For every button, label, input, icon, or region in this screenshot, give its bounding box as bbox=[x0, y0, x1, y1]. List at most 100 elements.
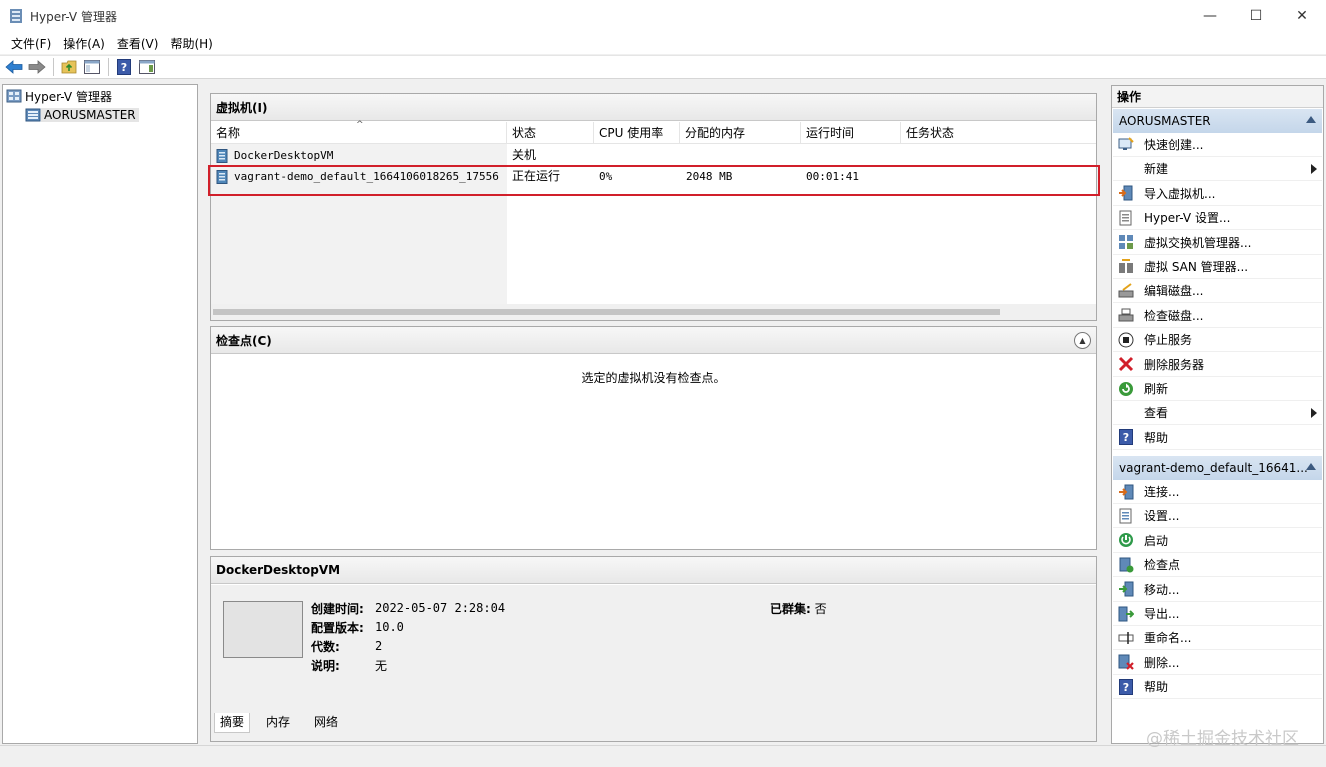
action-item[interactable]: 编辑磁盘... bbox=[1113, 279, 1322, 304]
column-memory[interactable]: 分配的内存 bbox=[680, 122, 801, 144]
action-item[interactable]: 检查磁盘... bbox=[1113, 304, 1322, 328]
blank-icon-slot bbox=[1118, 161, 1134, 177]
tree-server-label: AORUSMASTER bbox=[41, 108, 139, 122]
notes-label: 说明: bbox=[311, 659, 340, 673]
column-cpu[interactable]: CPU 使用率 bbox=[594, 122, 680, 144]
action-item-label: 设置... bbox=[1144, 509, 1180, 524]
actions-pane: 操作 AORUSMASTER 快速创建... 新建 导入虚拟机... Hyper-V … bbox=[1111, 85, 1324, 744]
action-item[interactable]: 检查点 bbox=[1113, 553, 1322, 578]
remove-server-icon bbox=[1118, 356, 1134, 372]
action-item[interactable]: 删除服务器 bbox=[1113, 353, 1322, 377]
back-arrow-icon bbox=[5, 60, 23, 74]
tab-network[interactable]: 网络 bbox=[309, 713, 343, 731]
action-item-label: 帮助 bbox=[1144, 430, 1169, 445]
show-hide-action-pane-button[interactable] bbox=[137, 57, 157, 77]
close-icon: ✕ bbox=[1296, 8, 1308, 24]
action-item[interactable]: 设置... bbox=[1113, 504, 1322, 529]
action-item[interactable]: 启动 bbox=[1113, 529, 1322, 553]
menu-file[interactable]: 文件(F) bbox=[5, 35, 57, 52]
notes-field: 说明: bbox=[311, 657, 340, 674]
blank-icon-slot bbox=[1118, 405, 1134, 421]
action-item[interactable]: 查看 bbox=[1113, 401, 1322, 426]
back-button[interactable] bbox=[4, 57, 24, 77]
vm-details-header: DockerDesktopVM bbox=[211, 557, 1096, 584]
minimize-button[interactable]: — bbox=[1187, 0, 1233, 32]
maximize-icon: ☐ bbox=[1249, 8, 1263, 24]
clustered-field: 已群集: 否 bbox=[770, 600, 827, 617]
highlight-box bbox=[208, 165, 1100, 196]
show-hide-tree-button[interactable] bbox=[82, 57, 102, 77]
actions-section-vm[interactable]: vagrant-demo_default_16641... bbox=[1113, 456, 1322, 480]
hyperv-manager-icon bbox=[6, 89, 22, 103]
action-item[interactable]: 虚拟 SAN 管理器... bbox=[1113, 255, 1322, 279]
collapse-checkpoints-button[interactable]: ▲ bbox=[1074, 332, 1091, 349]
created-field: 创建时间: bbox=[311, 600, 364, 617]
vm-grid-horizontal-scrollbar[interactable] bbox=[211, 304, 1096, 320]
vm-details-title: DockerDesktopVM bbox=[216, 563, 341, 577]
column-task-status[interactable]: 任务状态 bbox=[901, 122, 1097, 144]
tree-item-hyperv-manager[interactable]: Hyper-V 管理器 bbox=[6, 87, 115, 105]
action-item[interactable]: 导入虚拟机... bbox=[1113, 182, 1322, 206]
clustered-label: 已群集: bbox=[770, 602, 811, 616]
action-item-label: 虚拟 SAN 管理器... bbox=[1144, 260, 1249, 274]
virtual-machines-title: 虚拟机(I) bbox=[216, 100, 268, 115]
vm-details-tabs: 摘要 内存 网络 bbox=[211, 713, 1096, 741]
column-name-label: 名称 bbox=[216, 126, 241, 140]
refresh-icon bbox=[1118, 381, 1134, 397]
action-item-label: 编辑磁盘... bbox=[1144, 284, 1204, 299]
config-version-label: 配置版本: bbox=[311, 621, 364, 635]
forward-button[interactable] bbox=[27, 57, 47, 77]
vm-state: 关机 bbox=[512, 148, 537, 162]
actions-section-vm-label: vagrant-demo_default_16641... bbox=[1119, 461, 1308, 475]
tab-summary[interactable]: 摘要 bbox=[214, 713, 251, 733]
status-bar bbox=[0, 745, 1326, 767]
edit-disk-icon bbox=[1118, 283, 1134, 299]
action-item[interactable]: 虚拟交换机管理器... bbox=[1113, 231, 1322, 255]
connect-icon bbox=[1118, 484, 1134, 500]
action-item-label: 新建 bbox=[1144, 162, 1169, 177]
action-item[interactable]: 刷新 bbox=[1113, 377, 1322, 401]
tree-item-server[interactable]: AORUSMASTER bbox=[25, 106, 139, 124]
action-item[interactable]: Hyper-V 设置... bbox=[1113, 206, 1322, 231]
hyperv-app-icon bbox=[10, 9, 22, 23]
action-item[interactable]: 移动... bbox=[1113, 578, 1322, 602]
generation-label: 代数: bbox=[311, 640, 340, 654]
action-item[interactable]: 新建 bbox=[1113, 157, 1322, 182]
column-state[interactable]: 状态 bbox=[507, 122, 594, 144]
action-item[interactable]: 删除... bbox=[1113, 651, 1322, 675]
action-item[interactable]: 停止服务 bbox=[1113, 328, 1322, 353]
collapse-triangle-icon bbox=[1306, 116, 1316, 123]
column-uptime[interactable]: 运行时间 bbox=[801, 122, 901, 144]
vm-row-dockerdesktopvm[interactable]: DockerDesktopVM 关机 bbox=[211, 145, 1096, 166]
menu-bar: 文件(F) 操作(A) 查看(V) 帮助(H) bbox=[0, 32, 1326, 54]
generation-field: 代数: bbox=[311, 638, 340, 655]
created-label: 创建时间: bbox=[311, 602, 364, 616]
menu-help[interactable]: 帮助(H) bbox=[164, 35, 218, 52]
maximize-button[interactable]: ☐ bbox=[1233, 0, 1279, 32]
server-icon bbox=[25, 108, 41, 122]
up-button[interactable] bbox=[59, 57, 79, 77]
action-item[interactable]: 快速创建... bbox=[1113, 133, 1322, 157]
action-item[interactable]: 重命名... bbox=[1113, 626, 1322, 651]
action-item[interactable]: 导出... bbox=[1113, 602, 1322, 626]
help-button[interactable]: ? bbox=[114, 57, 134, 77]
quick-create-icon bbox=[1118, 136, 1134, 153]
action-item-label: 检查点 bbox=[1144, 558, 1181, 573]
action-item[interactable]: ? 帮助 bbox=[1113, 675, 1322, 700]
stop-service-icon bbox=[1118, 332, 1134, 348]
tab-memory[interactable]: 内存 bbox=[261, 713, 295, 731]
export-icon bbox=[1118, 606, 1134, 622]
menu-view[interactable]: 查看(V) bbox=[111, 35, 165, 52]
submenu-arrow-icon bbox=[1311, 164, 1317, 175]
actions-section-server-label: AORUSMASTER bbox=[1119, 114, 1211, 128]
action-item[interactable]: ? 帮助 bbox=[1113, 426, 1322, 450]
inspect-disk-icon bbox=[1118, 307, 1134, 323]
hyperv-settings-icon bbox=[1118, 210, 1134, 226]
action-item[interactable]: 连接... bbox=[1113, 480, 1322, 504]
notes-value: 无 bbox=[375, 659, 388, 673]
close-button[interactable]: ✕ bbox=[1279, 0, 1325, 32]
column-name[interactable]: 名称 ^ bbox=[211, 120, 507, 144]
scrollbar-thumb[interactable] bbox=[213, 309, 1000, 315]
menu-action[interactable]: 操作(A) bbox=[57, 35, 111, 52]
actions-section-server[interactable]: AORUSMASTER bbox=[1113, 109, 1322, 133]
